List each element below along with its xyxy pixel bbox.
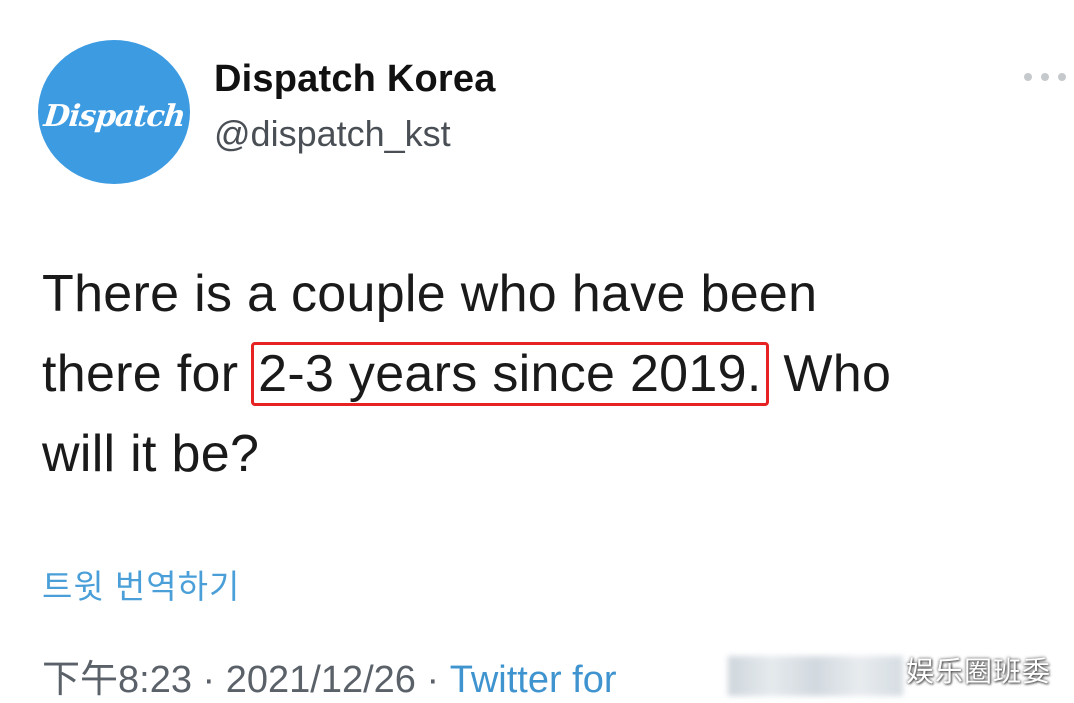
blurred-redaction: [728, 656, 903, 696]
translate-tweet-link[interactable]: 트윗 번역하기: [42, 560, 240, 608]
display-name[interactable]: Dispatch Korea: [214, 58, 496, 101]
tweet-line-1: There is a couple who have been: [42, 265, 818, 323]
tweet-line-2: there for 2-3 years since 2019. Who: [42, 334, 1042, 414]
tweet-card: Dispatch Dispatch Korea @dispatch_kst Th…: [0, 0, 1074, 701]
more-options-icon[interactable]: [1024, 68, 1066, 86]
tweet-line-2-prefix: there for: [42, 345, 254, 403]
tweet-line-3: will it be?: [42, 425, 260, 483]
meta-separator: ·: [191, 659, 226, 701]
dot: [1041, 73, 1049, 81]
tweet-time[interactable]: 下午8:23: [42, 659, 192, 701]
dot: [1024, 73, 1032, 81]
avatar-logo-text: Dispatch: [41, 98, 187, 134]
dot: [1058, 73, 1066, 81]
tweet-text: There is a couple who have been there fo…: [42, 254, 1042, 494]
tweet-date[interactable]: 2021/12/26: [226, 659, 416, 701]
tweet-source-link[interactable]: Twitter for: [450, 659, 617, 701]
tweet-meta: 下午8:23 · 2021/12/26 · Twitter for: [42, 648, 617, 703]
avatar[interactable]: Dispatch: [38, 40, 190, 184]
watermark: 娱乐圈班委: [906, 655, 1052, 688]
user-handle[interactable]: @dispatch_kst: [214, 113, 451, 155]
highlighted-phrase: 2-3 years since 2019.: [251, 342, 769, 406]
meta-separator: ·: [415, 659, 450, 701]
tweet-line-2-suffix: Who: [768, 345, 892, 403]
